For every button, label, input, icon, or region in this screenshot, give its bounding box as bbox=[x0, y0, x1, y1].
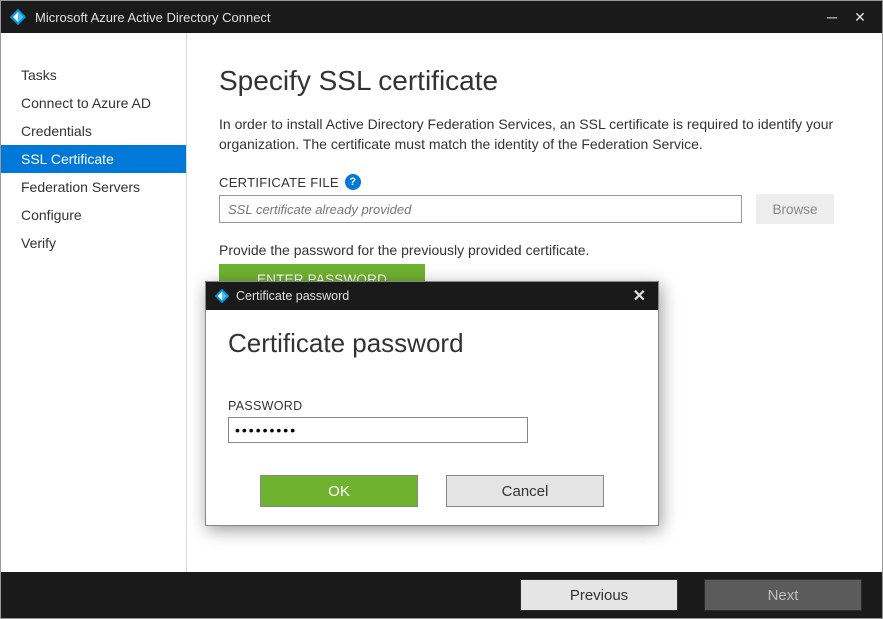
ok-button[interactable]: OK bbox=[260, 475, 418, 507]
password-prompt: Provide the password for the previously … bbox=[219, 242, 834, 258]
titlebar: Microsoft Azure Active Directory Connect… bbox=[1, 1, 882, 33]
cert-file-label: CERTIFICATE FILE ? bbox=[219, 174, 834, 190]
wizard-footer: Previous Next bbox=[1, 572, 882, 618]
sidebar-item-connect-azure-ad[interactable]: Connect to Azure AD bbox=[1, 89, 186, 117]
next-button: Next bbox=[704, 579, 862, 611]
sidebar-item-credentials[interactable]: Credentials bbox=[1, 117, 186, 145]
sidebar-item-ssl-certificate[interactable]: SSL Certificate bbox=[1, 145, 186, 173]
dialog-title: Certificate password bbox=[236, 289, 349, 303]
cancel-button[interactable]: Cancel bbox=[446, 475, 604, 507]
certificate-password-dialog: Certificate password ✕ Certificate passw… bbox=[205, 281, 659, 526]
wizard-sidebar: Tasks Connect to Azure AD Credentials SS… bbox=[1, 33, 187, 572]
password-label: PASSWORD bbox=[228, 399, 636, 413]
dialog-titlebar: Certificate password ✕ bbox=[206, 282, 658, 310]
azure-logo-icon bbox=[9, 8, 27, 26]
dialog-heading: Certificate password bbox=[228, 328, 636, 359]
intro-text: In order to install Active Directory Fed… bbox=[219, 115, 834, 154]
browse-button[interactable]: Browse bbox=[756, 194, 834, 224]
close-button[interactable]: ✕ bbox=[846, 9, 874, 26]
azure-logo-icon bbox=[214, 288, 230, 304]
sidebar-item-verify[interactable]: Verify bbox=[1, 229, 186, 257]
window-title: Microsoft Azure Active Directory Connect bbox=[35, 10, 818, 25]
certificate-file-input[interactable] bbox=[219, 195, 742, 223]
sidebar-item-federation-servers[interactable]: Federation Servers bbox=[1, 173, 186, 201]
minimize-button[interactable]: ─ bbox=[818, 9, 846, 25]
help-icon[interactable]: ? bbox=[345, 174, 361, 190]
previous-button[interactable]: Previous bbox=[520, 579, 678, 611]
sidebar-item-tasks[interactable]: Tasks bbox=[1, 61, 186, 89]
dialog-close-icon[interactable]: ✕ bbox=[629, 286, 650, 306]
page-heading: Specify SSL certificate bbox=[219, 65, 834, 97]
sidebar-item-configure[interactable]: Configure bbox=[1, 201, 186, 229]
password-input[interactable] bbox=[228, 417, 528, 443]
